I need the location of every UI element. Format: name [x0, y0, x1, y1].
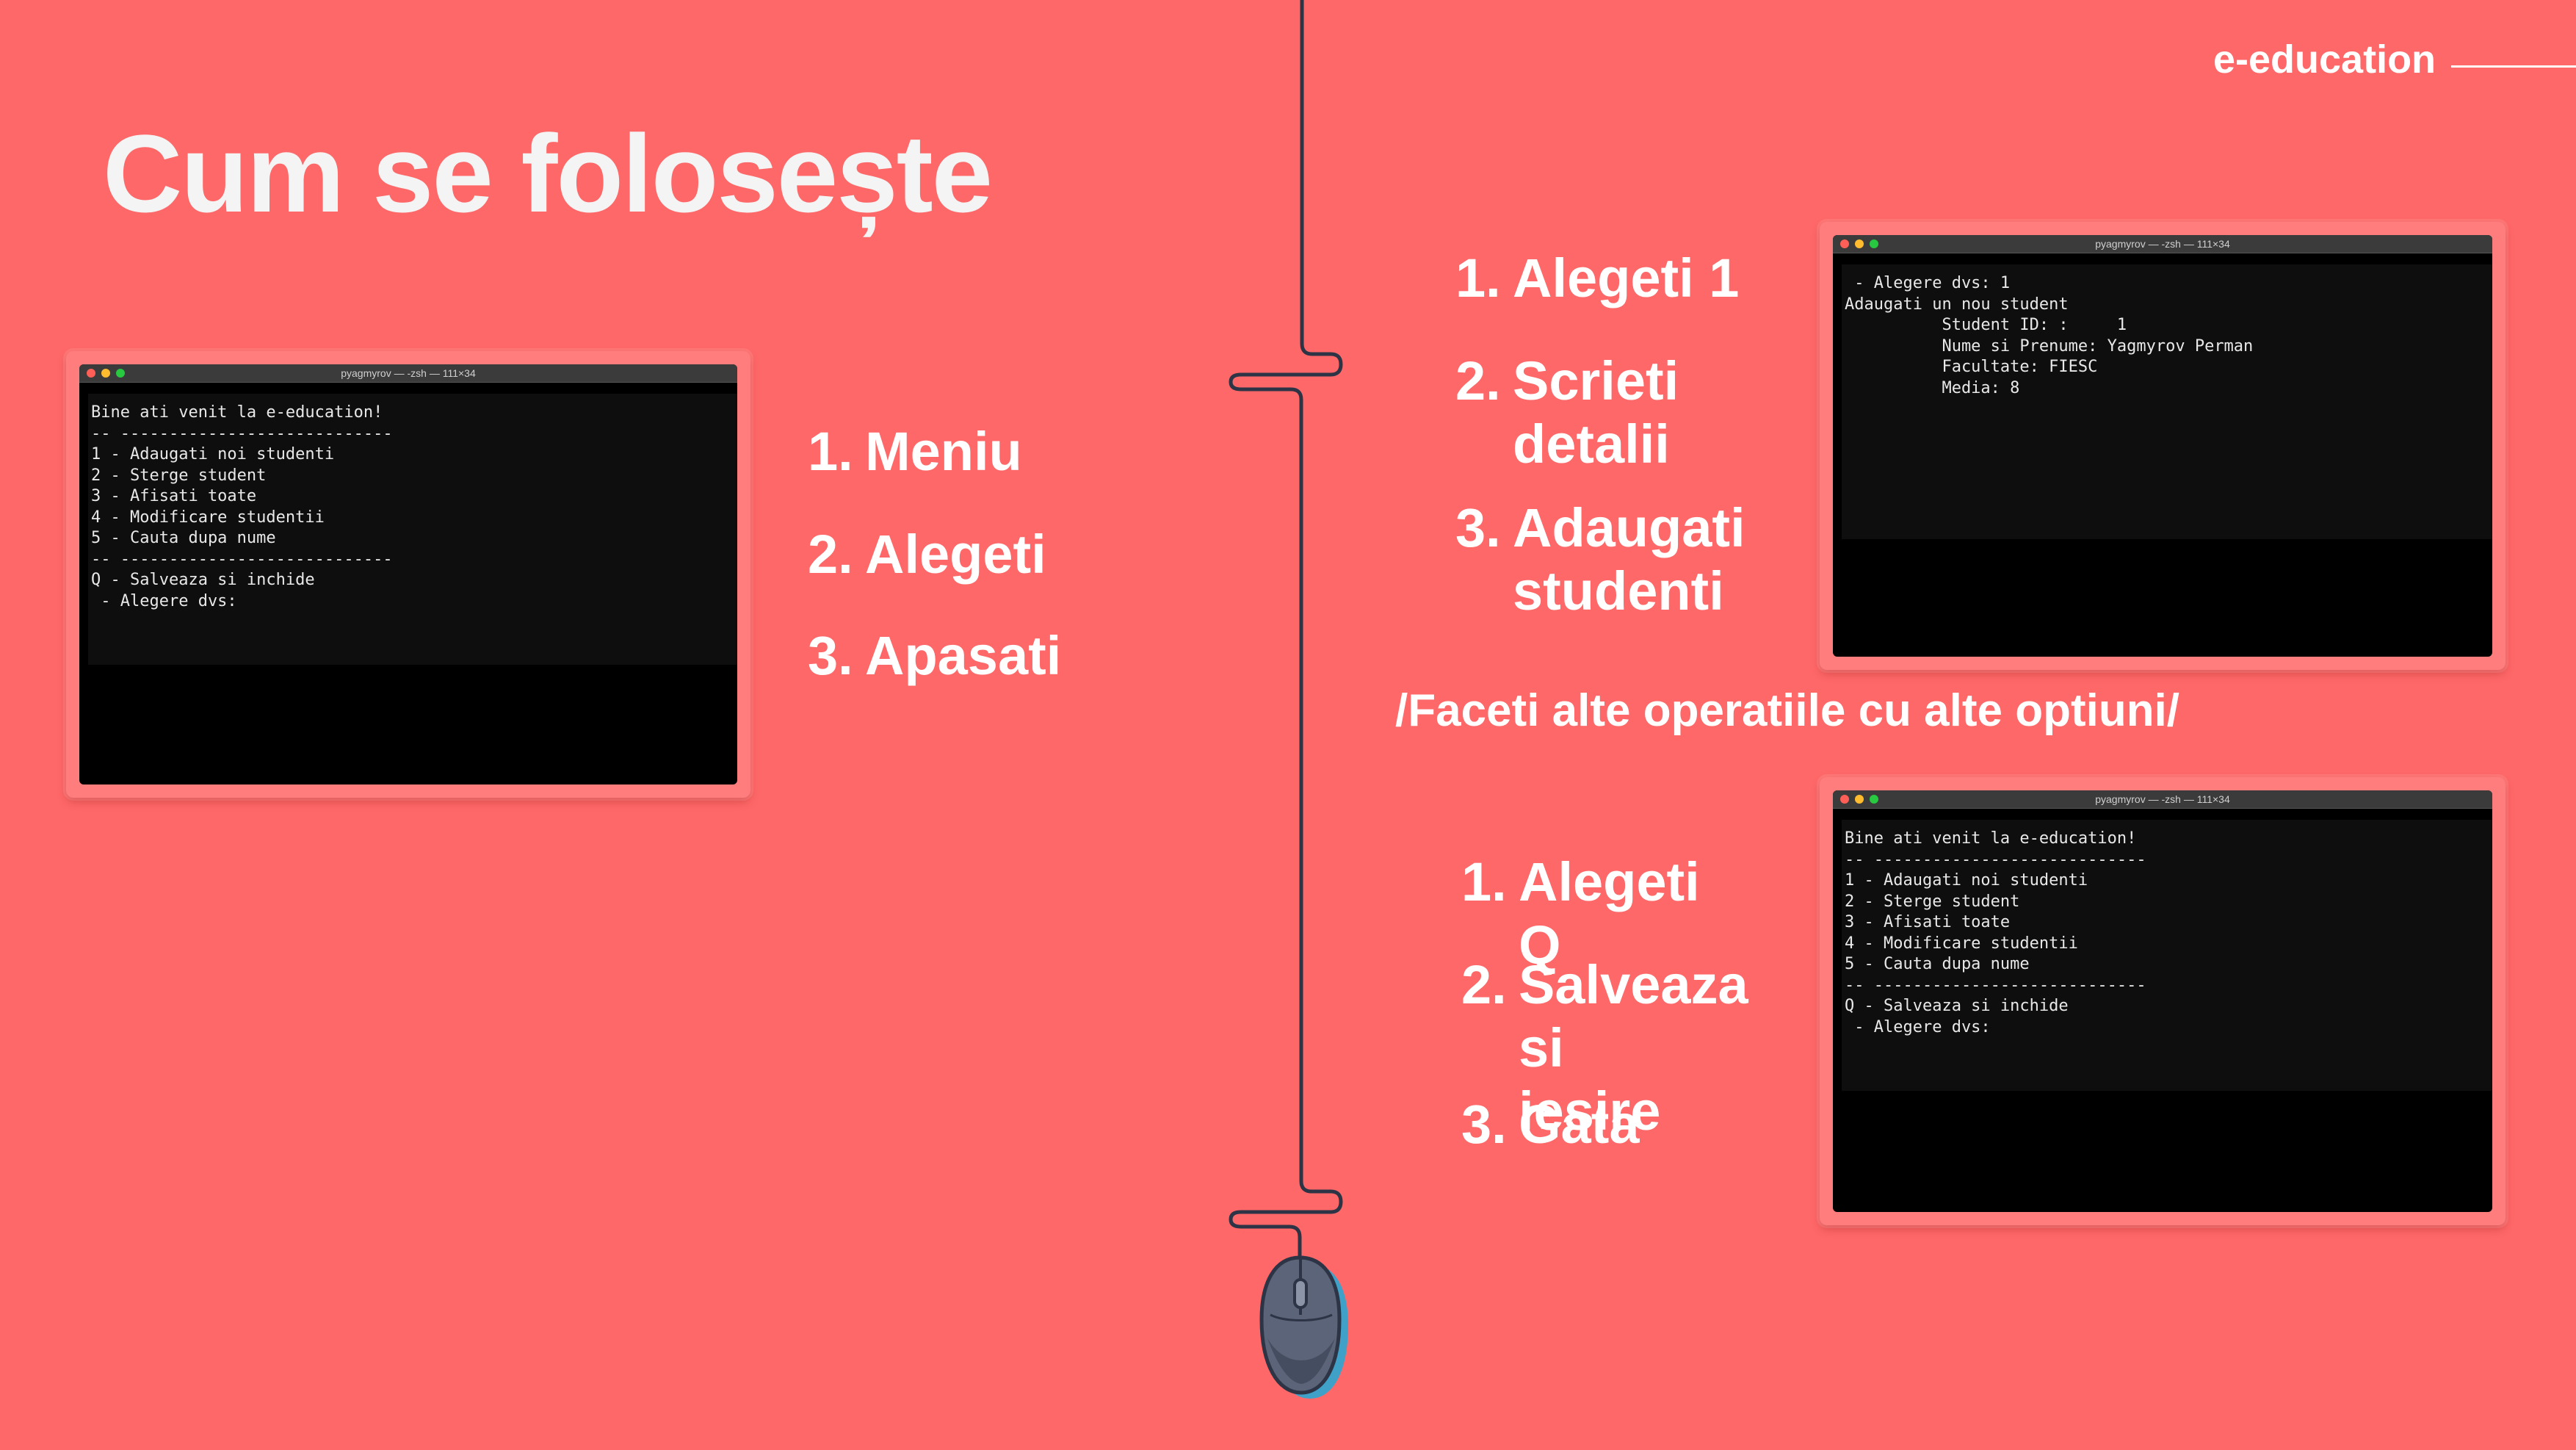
computer-mouse-icon — [1259, 1255, 1348, 1399]
mouse-cable — [1229, 0, 1348, 1399]
slide: e-education Cum se folosește pyagmyrov —… — [0, 0, 2576, 1450]
